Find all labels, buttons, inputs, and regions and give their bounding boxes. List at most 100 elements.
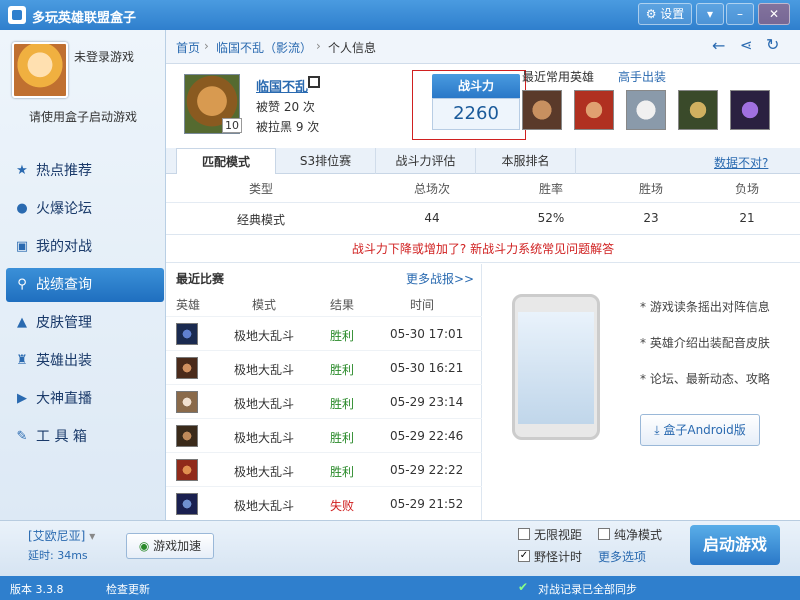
launch-game-button[interactable]: 启动游戏 (690, 525, 780, 565)
qrcode-icon[interactable] (308, 76, 320, 88)
hero-icon (176, 357, 198, 379)
match-time: 05-30 17:01 (390, 327, 464, 341)
breadcrumb-home[interactable]: 首页 (176, 39, 200, 56)
tab-server-rank[interactable]: 本服排名 (476, 148, 576, 174)
stats-header-wins: 胜场 (638, 182, 663, 196)
settings-label: 设置 (660, 7, 685, 21)
table-row[interactable]: 极地大乱斗 胜利 05-29 22:46 (166, 418, 482, 452)
close-icon: ✕ (768, 7, 780, 21)
champion-portrait[interactable] (678, 90, 718, 130)
match-time: 05-30 16:21 (390, 361, 464, 375)
champion-portrait[interactable] (626, 90, 666, 130)
sidebar-item-records[interactable]: ⚲ 战绩查询 (6, 268, 164, 302)
table-row[interactable]: 极地大乱斗 胜利 05-29 23:14 (166, 384, 482, 418)
stats-cell-winrate: 52% (537, 211, 565, 225)
chevron-down-icon: ▾ (89, 529, 96, 543)
match-mode: 极地大乱斗 (234, 499, 295, 513)
sidebar-item-label: 大神直播 (36, 391, 92, 407)
level-badge: 10 (222, 118, 242, 133)
search-icon: ⚲ (17, 277, 27, 292)
app-title: 多玩英雄联盟盒子 (32, 11, 137, 26)
back-arrow-icon[interactable]: ← (712, 36, 725, 55)
sidebar-item-label: 战绩查询 (36, 277, 92, 293)
table-row[interactable]: 极地大乱斗 胜利 05-29 22:22 (166, 452, 482, 486)
sidebar-item-label: 我的对战 (36, 239, 92, 255)
stats-cell-type: 经典模式 (236, 213, 285, 227)
share-icon[interactable]: ⋖ (740, 36, 753, 54)
title-bar: 多玩英雄联盟盒子 ⚙ 设置 ▾ – ✕ (0, 0, 800, 30)
match-time: 05-29 21:52 (390, 497, 464, 511)
bottom-panel: [艾欧尼亚] ▾ 延时: 34ms ◉ 游戏加速 无限视距 纯净模式 ✓ 野怪计… (0, 520, 800, 576)
hat-icon: ▲ (17, 315, 27, 330)
tab-normal[interactable]: 匹配模式 (176, 148, 276, 174)
sidebar-item-label: 皮肤管理 (36, 315, 92, 331)
gear-icon: ⚙ (645, 7, 657, 21)
sidebar-item-label: 英雄出装 (36, 353, 92, 369)
champion-portrait[interactable] (574, 90, 614, 130)
armor-icon: ♜ (16, 353, 28, 368)
table-row[interactable]: 极地大乱斗 胜利 05-30 17:01 (166, 316, 482, 350)
match-header-hero: 英雄 (176, 298, 201, 312)
hero-icon (176, 323, 198, 345)
settings-button[interactable]: ⚙ 设置 (638, 3, 692, 25)
more-reports-link[interactable]: 更多战报>> (406, 270, 474, 287)
player-name[interactable]: 临国不乱 (256, 76, 308, 95)
sidebar-item-battles[interactable]: ▣ 我的对战 (0, 230, 166, 264)
match-time: 05-29 22:46 (390, 429, 464, 443)
menu-dropdown-button[interactable]: ▾ (696, 3, 724, 25)
hero-icon (176, 459, 198, 481)
data-wrong-link[interactable]: 数据不对? (714, 154, 768, 171)
sidebar-item-tools[interactable]: ✎ 工 具 箱 (0, 420, 166, 454)
champion-portrait[interactable] (730, 90, 770, 130)
sidebar-item-forum[interactable]: ● 火爆论坛 (0, 192, 166, 226)
android-download-button[interactable]: ⤓ 盒子Android版 (640, 414, 760, 446)
more-options-link[interactable]: 更多选项 (598, 548, 646, 565)
pro-builds-link[interactable]: 高手出装 (618, 68, 666, 85)
sidebar-item-live[interactable]: ▶ 大神直播 (0, 382, 166, 416)
tab-ranked[interactable]: S3排位赛 (276, 148, 376, 174)
game-accel-button[interactable]: ◉ 游戏加速 (126, 533, 214, 559)
latency: 延时: 34ms (28, 549, 88, 562)
android-button-label: 盒子Android版 (663, 423, 746, 437)
check-circle-icon: ✔ (518, 580, 529, 594)
match-mode: 极地大乱斗 (234, 465, 295, 479)
main-panel: 首页 › 临国不乱（影流） › 个人信息 ← ⋖ ↻ 10 临国不乱 被赞 20… (166, 30, 800, 520)
avatar[interactable] (12, 42, 68, 98)
refresh-icon[interactable]: ↻ (766, 35, 779, 54)
table-row[interactable]: 极地大乱斗 胜利 05-30 16:21 (166, 350, 482, 384)
minimize-button[interactable]: – (726, 3, 754, 25)
close-button[interactable]: ✕ (758, 3, 790, 25)
recent-heroes-label: 最近常用英雄 (522, 70, 595, 84)
promo-feature: * 英雄介绍出装配音皮肤 (640, 336, 770, 350)
match-header-time: 时间 (410, 298, 435, 312)
unlimited-view-checkbox[interactable] (518, 528, 530, 540)
server-selector[interactable]: [艾欧尼亚] ▾ (28, 527, 95, 544)
sidebar-item-skins[interactable]: ▲ 皮肤管理 (0, 306, 166, 340)
stats-header-type: 类型 (248, 182, 273, 196)
sidebar-item-builds[interactable]: ♜ 英雄出装 (0, 344, 166, 378)
check-update-link[interactable]: 检查更新 (106, 581, 150, 597)
likes-count: 被赞 20 次 (256, 100, 315, 114)
user-status: 未登录游戏 (74, 50, 135, 64)
divider (166, 262, 800, 263)
table-row[interactable]: 极地大乱斗 失败 05-29 21:52 (166, 486, 482, 520)
match-result: 胜利 (330, 431, 355, 445)
chevron-down-icon: ▾ (706, 7, 714, 21)
power-value: 2260 (432, 98, 520, 130)
pure-mode-checkbox[interactable] (598, 528, 610, 540)
blocked-count: 被拉黑 9 次 (256, 120, 320, 134)
tab-power-eval[interactable]: 战斗力评估 (376, 148, 476, 174)
power-faq-notice[interactable]: 战斗力下降或增加了? 新战斗力系统常见问题解答 (166, 240, 800, 257)
sidebar-item-hot[interactable]: ★ 热点推荐 (0, 154, 166, 188)
hero-icon (176, 391, 198, 413)
battle-icon: ▣ (15, 239, 29, 254)
match-header-mode: 模式 (252, 298, 277, 312)
match-result: 胜利 (330, 397, 355, 411)
champion-portrait[interactable] (522, 90, 562, 130)
breadcrumb-server[interactable]: 临国不乱（影流） (216, 39, 312, 56)
sidebar-item-label: 火爆论坛 (36, 201, 92, 217)
match-result: 胜利 (330, 329, 355, 343)
sidebar-item-label: 热点推荐 (36, 163, 92, 179)
jungle-timer-checkbox[interactable]: ✓ (518, 550, 530, 562)
stats-header-total: 总场次 (413, 182, 450, 196)
